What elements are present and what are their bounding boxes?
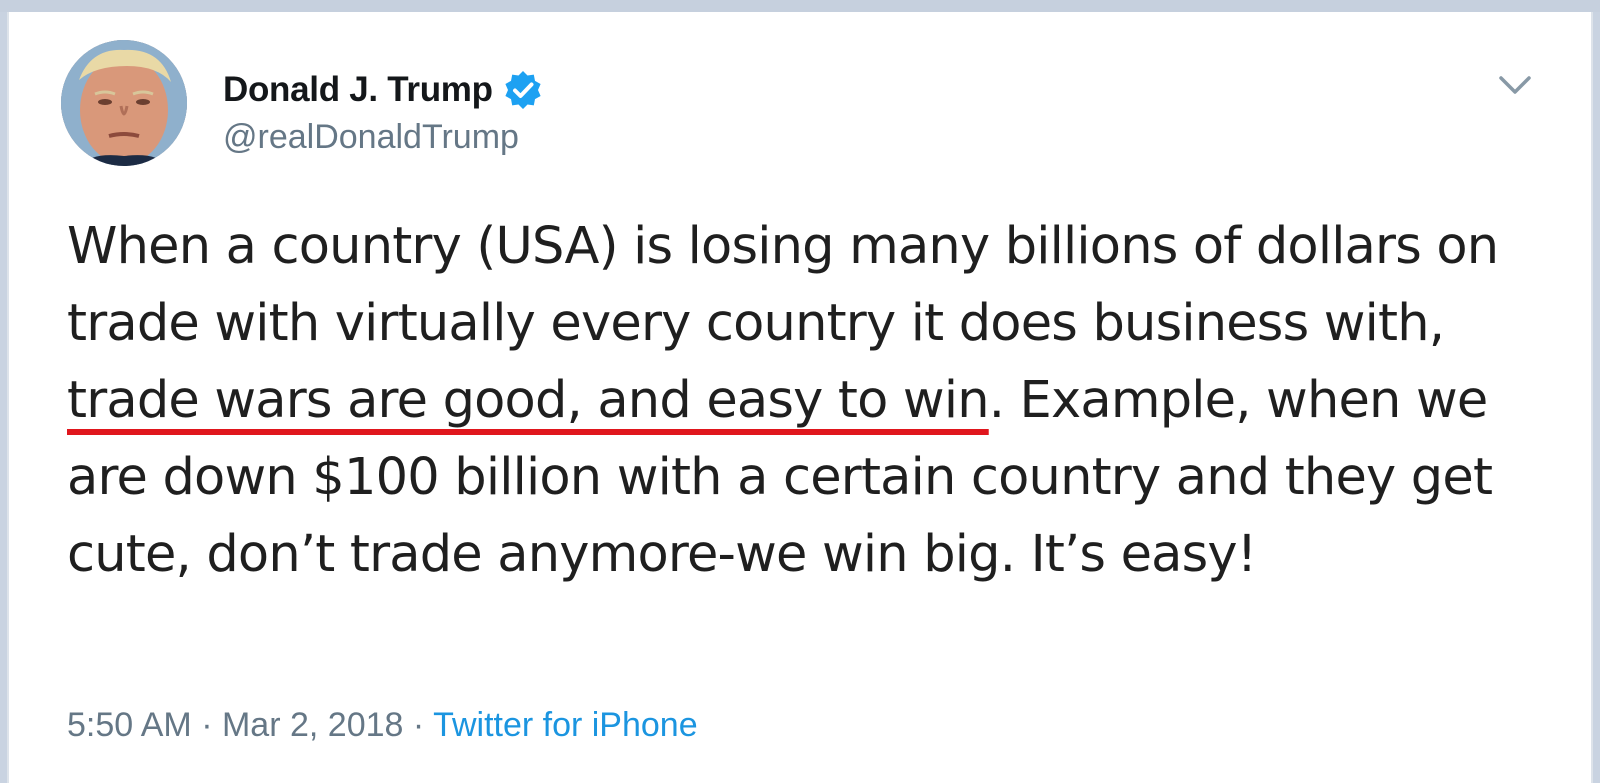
tweet-time[interactable]: 5:50 AM [67, 706, 192, 744]
tweet-text: When a country (USA) is losing many bill… [67, 208, 1527, 593]
chevron-down-icon [1499, 76, 1531, 94]
tweet-menu-button[interactable] [1497, 70, 1533, 100]
tweet-text-highlight: trade wars are good, and easy to win [67, 371, 990, 430]
verified-badge-icon [503, 70, 543, 110]
author-handle[interactable]: @realDonaldTrump [223, 118, 519, 157]
page-top-strip [0, 0, 1600, 12]
author-avatar[interactable] [61, 40, 187, 166]
meta-separator: · [201, 706, 213, 744]
author-name[interactable]: Donald J. Trump [223, 70, 493, 110]
tweet-meta: 5:50 AM · Mar 2, 2018 · Twitter for iPho… [67, 706, 698, 745]
tweet-source-link[interactable]: Twitter for iPhone [433, 706, 698, 744]
tweet-text-part: When a country (USA) is losing many bill… [67, 217, 1499, 353]
tweet-card: Donald J. Trump @realDonaldTrump When a … [7, 12, 1593, 783]
author-line: Donald J. Trump [223, 68, 543, 112]
avatar-portrait-icon [61, 40, 187, 166]
tweet-date[interactable]: Mar 2, 2018 [222, 706, 403, 744]
meta-separator: · [412, 706, 425, 744]
